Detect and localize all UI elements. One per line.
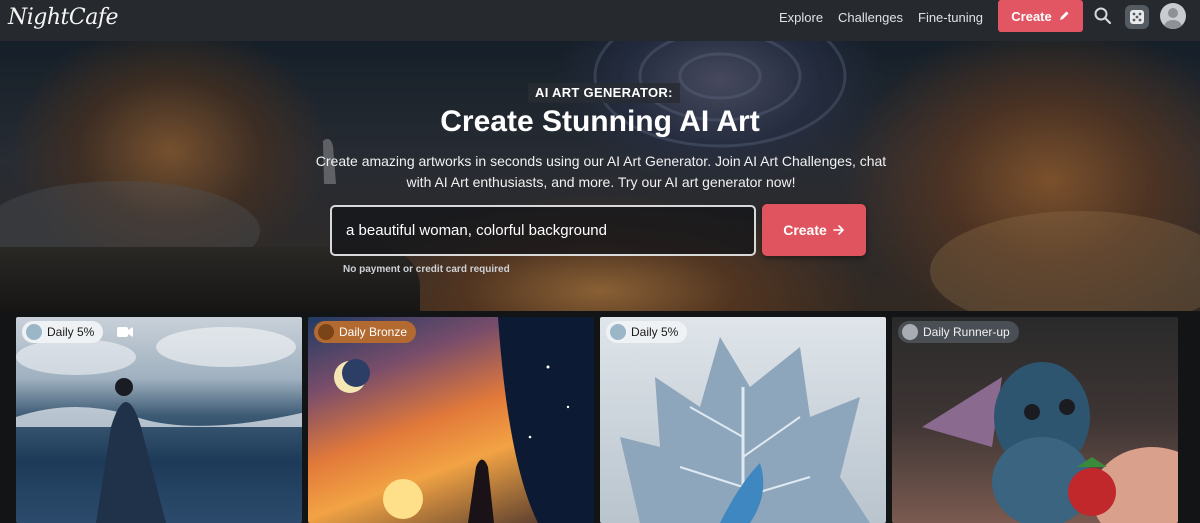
artwork-image — [922, 362, 1178, 523]
runner-up-medal-icon — [902, 324, 918, 340]
hero-eyebrow: AI ART GENERATOR: — [528, 83, 680, 103]
gallery-card[interactable]: Daily Runner-up — [892, 317, 1178, 523]
artwork-image — [620, 337, 870, 523]
card-badge-label: Daily Runner-up — [923, 325, 1010, 339]
cliff-silhouette — [0, 247, 420, 311]
nightcafe-logo[interactable]: NightCafe — [8, 5, 119, 30]
hero-title: Create Stunning AI Art — [440, 105, 760, 138]
card-badge: Daily 5% — [606, 321, 688, 343]
search-icon[interactable] — [1093, 6, 1113, 26]
hero-create-button[interactable]: Create — [762, 204, 866, 256]
gallery-card[interactable]: Daily Bronze — [308, 317, 594, 523]
card-badge-label: Daily 5% — [631, 325, 679, 339]
hero-subtitle: Create amazing artworks in seconds using… — [315, 153, 887, 190]
prompt-input[interactable]: a beautiful woman, colorful background — [330, 205, 756, 256]
no-payment-hint: No payment or credit card required — [343, 264, 510, 275]
nav-fine-tuning-link[interactable]: Fine-tuning — [918, 10, 983, 25]
top-nav: NightCafe Explore Challenges Fine-tuning… — [0, 0, 1200, 41]
card-badge-label: Daily Bronze — [339, 325, 408, 339]
gallery-card[interactable]: Daily 5% — [16, 317, 302, 523]
robot-medal-icon — [610, 324, 626, 340]
card-badge: Daily 5% — [22, 321, 104, 343]
nav-create-button[interactable]: Create — [998, 0, 1083, 32]
user-avatar[interactable] — [1160, 3, 1186, 29]
artwork-image — [16, 327, 302, 523]
nav-create-label: Create — [1011, 8, 1052, 24]
hero-create-label: Create — [783, 222, 827, 238]
video-camera-icon — [117, 327, 133, 337]
nav-challenges-link[interactable]: Challenges — [838, 10, 903, 25]
prompt-input-value: a beautiful woman, colorful background — [346, 222, 607, 239]
gallery-card[interactable]: Daily 5% — [600, 317, 886, 523]
pencil-icon — [1059, 11, 1069, 20]
card-badge: Daily Runner-up — [898, 321, 1019, 343]
arrow-right-icon — [832, 225, 844, 235]
robot-medal-icon — [26, 324, 42, 340]
card-badge-label: Daily 5% — [47, 325, 95, 339]
dice-icon[interactable] — [1125, 5, 1149, 29]
bronze-medal-icon — [318, 324, 334, 340]
hero-section: AI ART GENERATOR: Create Stunning AI Art… — [0, 41, 1200, 311]
artwork-image — [334, 317, 594, 523]
gallery: Daily 5% Daily Bronze Daily 5% Daily Run… — [0, 311, 1200, 523]
card-badge: Daily Bronze — [314, 321, 417, 343]
nav-explore-link[interactable]: Explore — [779, 10, 823, 25]
